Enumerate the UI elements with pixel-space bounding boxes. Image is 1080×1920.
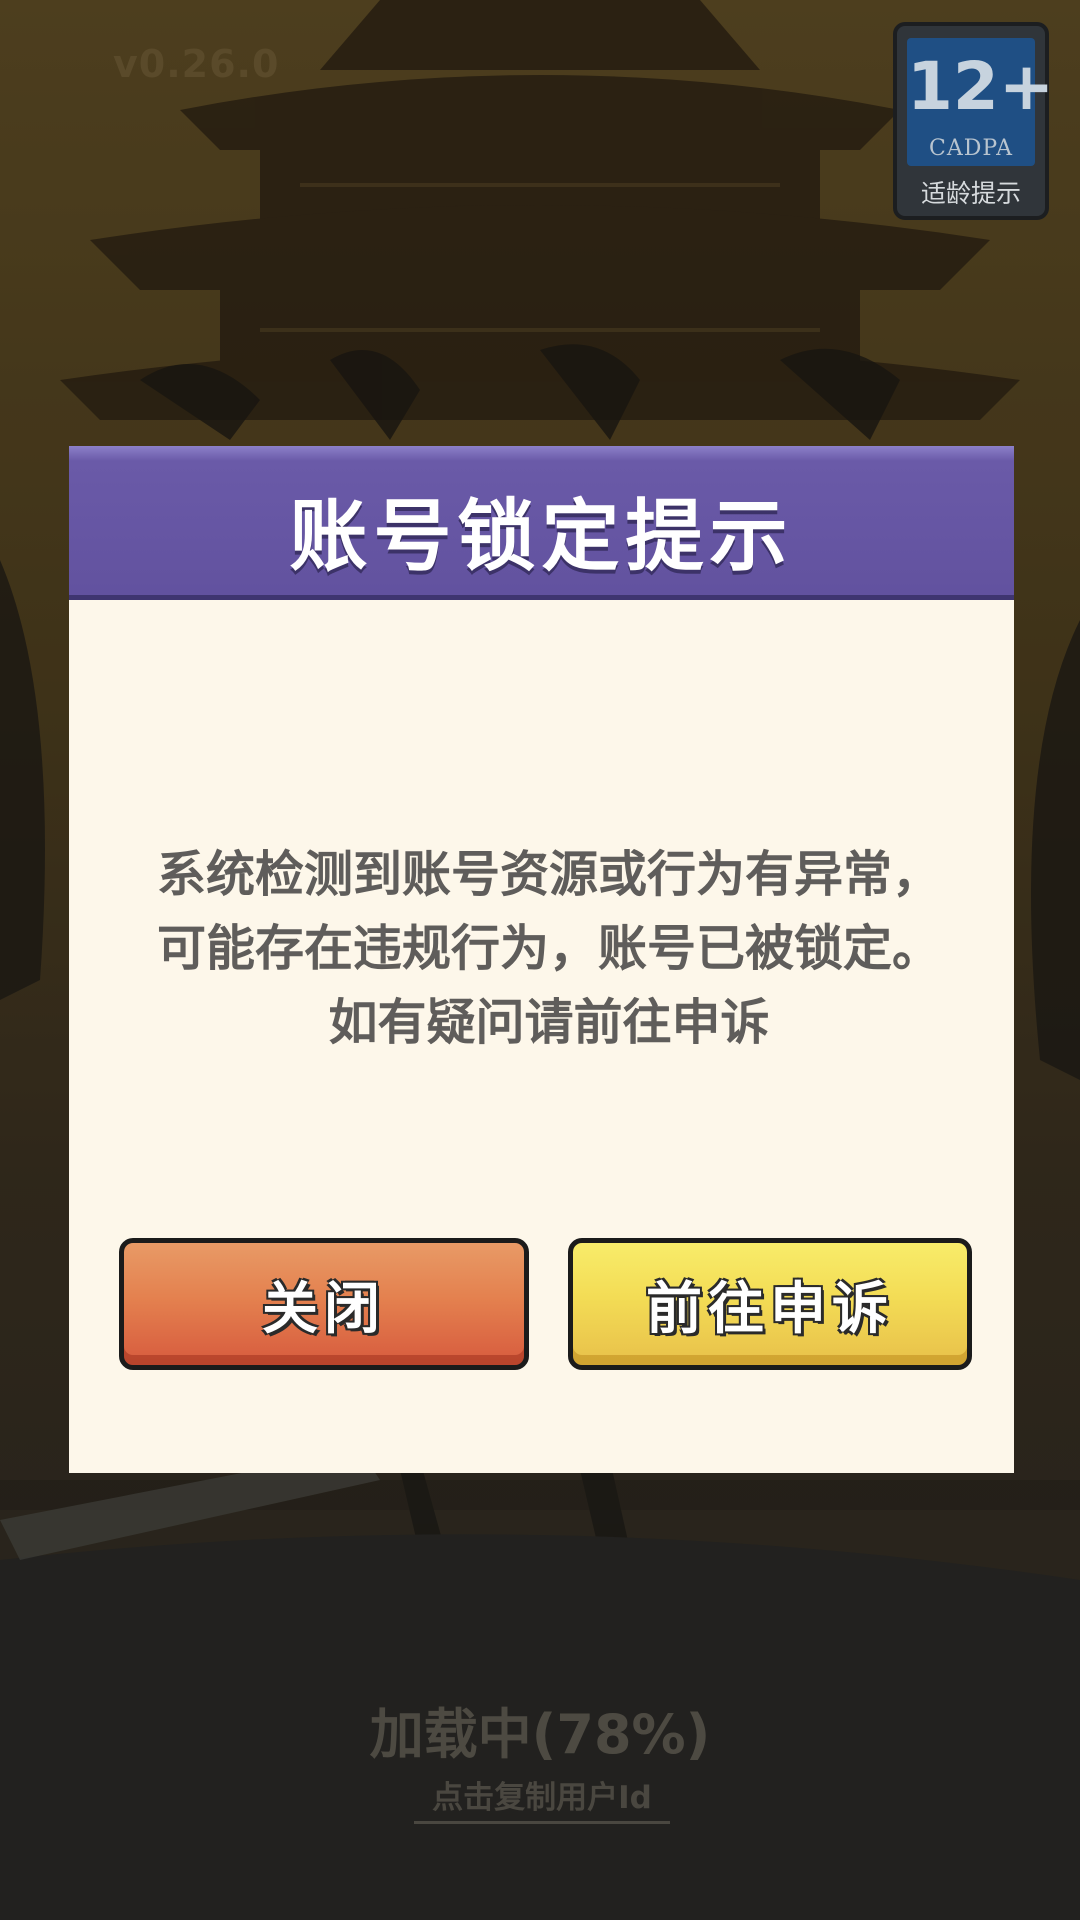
close-button[interactable]: 关闭 — [119, 1238, 529, 1370]
dialog-header: 账号锁定提示 — [69, 446, 1014, 600]
age-rating-icon: 12+ CADPA — [907, 38, 1055, 166]
dialog-title: 账号锁定提示 — [289, 492, 794, 582]
version-label: v0.26.0 — [113, 42, 280, 86]
loading-progress-text: 加载中(78%) — [369, 1703, 711, 1766]
age-rating-value: 12+ — [907, 48, 1055, 125]
account-locked-dialog: 账号锁定提示 系统检测到账号资源或行为有异常，可能存在违规行为，账号已被锁定。如… — [69, 446, 1014, 1473]
age-rating-badge[interactable]: 12+ CADPA 适龄提示 — [893, 22, 1055, 220]
copy-user-id-link[interactable]: 点击复制用户Id — [414, 1772, 670, 1824]
age-rating-tip: 适龄提示 — [920, 179, 1021, 208]
age-rating-org: CADPA — [928, 136, 1014, 161]
dialog-message: 系统检测到账号资源或行为有异常，可能存在违规行为，账号已被锁定。如有疑问请前往申… — [156, 846, 941, 1051]
appeal-button[interactable]: 前往申诉 — [568, 1238, 972, 1370]
